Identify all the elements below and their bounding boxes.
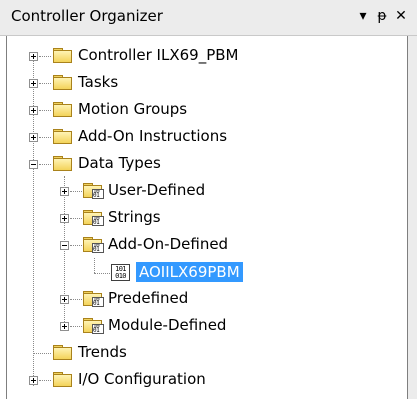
tree-item-aoiilx69pbm[interactable]: 101 010 AOIILX69PBM [0, 260, 400, 287]
organizer-titlebar: Controller Organizer ▾ ᵽ ✕ [0, 0, 417, 36]
tree-item-label: Trends [78, 343, 127, 361]
folder-icon [52, 47, 72, 63]
tree-item-label: User-Defined [108, 181, 206, 199]
tree-item-label: Strings [108, 208, 161, 226]
panel-title: Controller Organizer [11, 7, 163, 25]
tree-item-label: Controller ILX69_PBM [78, 46, 239, 64]
pane-gutter [408, 36, 417, 399]
tree-connector [70, 326, 82, 327]
tree-item-tasks[interactable]: Tasks [0, 71, 400, 98]
tree-item-io-configuration[interactable]: I/O Configuration [0, 368, 400, 395]
tree-item-label: Motion Groups [78, 100, 188, 118]
dropdown-icon[interactable]: ▾ [355, 6, 371, 26]
data-type-folder-icon: 10 01 [82, 317, 104, 334]
tree-item-label: Module-Defined [108, 316, 227, 334]
data-type-folder-icon: 10 01 [82, 290, 104, 307]
expand-icon[interactable] [60, 322, 69, 331]
tree-item-label: Predefined [108, 289, 189, 307]
tree-item-label: Data Types [78, 154, 161, 172]
tree-item-strings[interactable]: 10 01 Strings [0, 206, 400, 233]
tree-item-controller[interactable]: Controller ILX69_PBM [0, 44, 400, 71]
tree-item-add-on-defined[interactable]: 10 01 Add-On-Defined [0, 233, 400, 260]
expand-icon[interactable] [60, 295, 69, 304]
pin-icon[interactable]: ᵽ [374, 6, 390, 26]
tree-item-motion-groups[interactable]: Motion Groups [0, 98, 400, 125]
expand-icon[interactable] [60, 214, 69, 223]
tree-connector [70, 245, 82, 246]
close-icon[interactable]: ✕ [393, 6, 409, 26]
expand-icon[interactable] [60, 187, 69, 196]
data-type-folder-icon: 10 01 [82, 182, 104, 199]
collapse-icon[interactable] [29, 160, 38, 169]
expand-icon[interactable] [29, 133, 38, 142]
folder-icon [52, 74, 72, 90]
tree-item-label: Add-On Instructions [78, 127, 228, 145]
tree-connector [39, 164, 51, 165]
folder-icon [52, 344, 72, 360]
tree-item-label: I/O Configuration [78, 370, 206, 388]
tree-item-label: Add-On-Defined [108, 235, 229, 253]
tree-connector [39, 137, 51, 138]
tree-connector [39, 380, 51, 381]
folder-icon [52, 128, 72, 144]
collapse-icon[interactable] [60, 241, 69, 250]
folder-icon [52, 371, 72, 387]
tree-item-user-defined[interactable]: 10 01 User-Defined [0, 179, 400, 206]
expand-icon[interactable] [29, 106, 38, 115]
tree-connector [70, 299, 82, 300]
tree-item-add-on-instructions[interactable]: Add-On Instructions [0, 125, 400, 152]
tree-item-label-selected: AOIILX69PBM [136, 262, 243, 282]
tree-item-module-defined[interactable]: 10 01 Module-Defined [0, 314, 400, 341]
tree-item-predefined[interactable]: 10 01 Predefined [0, 287, 400, 314]
expand-icon[interactable] [29, 52, 38, 61]
tree-connector [70, 218, 82, 219]
tree-connector [70, 191, 82, 192]
tree-connector [39, 83, 51, 84]
expand-icon[interactable] [29, 79, 38, 88]
tree-connector [94, 273, 110, 274]
data-type-folder-icon: 10 01 [82, 209, 104, 226]
expand-icon[interactable] [29, 376, 38, 385]
tree-item-label: Tasks [78, 73, 119, 91]
data-type-folder-open-icon: 10 01 [82, 236, 104, 253]
tree-connector [39, 110, 51, 111]
folder-open-icon [52, 155, 72, 171]
folder-icon [52, 101, 72, 117]
tree-item-trends[interactable]: Trends [0, 341, 400, 368]
tree-connector [33, 353, 51, 354]
data-type-icon: 101 010 [111, 264, 130, 281]
tree-item-data-types[interactable]: Data Types [0, 152, 400, 179]
tree-connector [39, 56, 51, 57]
